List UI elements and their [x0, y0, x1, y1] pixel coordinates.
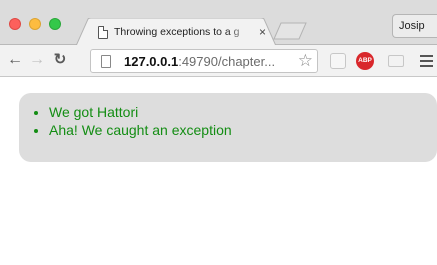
results-list: We got Hattori Aha! We caught an excepti…: [49, 103, 437, 139]
url-path: :49790/chapter...: [178, 54, 276, 69]
adblock-plus-icon[interactable]: ABP: [356, 52, 374, 70]
tab-active[interactable]: Throwing exceptions to a g ×: [76, 18, 276, 46]
url-host: 127.0.0.1: [124, 54, 179, 69]
new-tab-button[interactable]: [273, 22, 307, 40]
profile-button[interactable]: Josip: [392, 14, 437, 38]
address-url[interactable]: 127.0.0.1:49790/chapter...: [124, 54, 275, 69]
tab-strip: Throwing exceptions to a g × Josip: [0, 0, 437, 46]
address-bar[interactable]: 127.0.0.1:49790/chapter... ☆: [90, 49, 318, 73]
browser-window: Throwing exceptions to a g × Josip ← → ↻…: [0, 0, 437, 265]
minimize-window-button[interactable]: [29, 18, 41, 30]
browser-toolbar: ← → ↻ 127.0.0.1:49790/chapter... ☆ ABP: [0, 45, 437, 77]
tab-title: Throwing exceptions to a g: [114, 26, 240, 38]
menu-icon[interactable]: [420, 55, 433, 67]
page-icon: [101, 55, 111, 68]
results-panel: We got Hattori Aha! We caught an excepti…: [19, 93, 437, 162]
bookmark-star-icon[interactable]: ☆: [298, 51, 313, 71]
extension-icon[interactable]: [330, 53, 346, 69]
close-window-button[interactable]: [9, 18, 21, 30]
result-item: Aha! We caught an exception: [49, 121, 437, 139]
tab-close-icon[interactable]: ×: [259, 25, 266, 39]
cast-icon[interactable]: [388, 55, 404, 67]
result-item: We got Hattori: [49, 103, 437, 121]
page-viewport: We got Hattori Aha! We caught an excepti…: [0, 78, 437, 265]
reload-icon[interactable]: ↻: [50, 45, 70, 77]
zoom-window-button[interactable]: [49, 18, 61, 30]
back-arrow-icon[interactable]: ←: [5, 45, 25, 77]
page-favicon-icon: [98, 26, 108, 39]
forward-arrow-icon[interactable]: →: [27, 45, 47, 77]
